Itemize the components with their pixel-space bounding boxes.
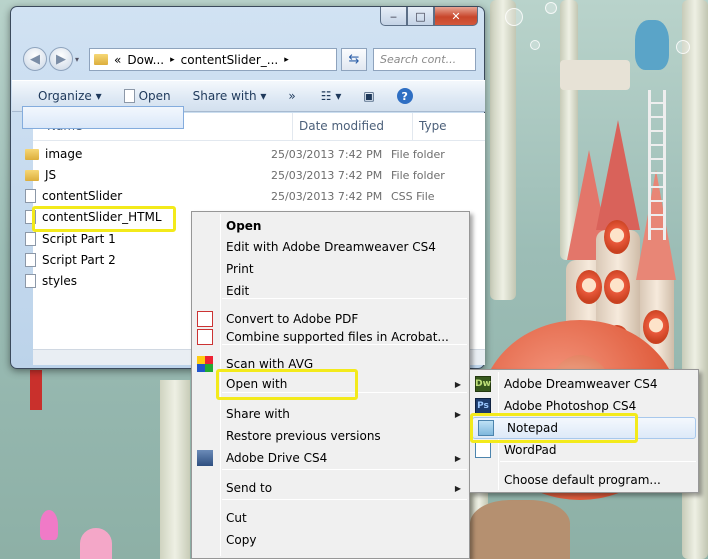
menu-item-label: Combine supported files in Acrobat...: [226, 330, 449, 344]
submenu-arrow-icon: ▶: [454, 379, 461, 389]
dreamweaver-icon: Dw: [475, 376, 491, 392]
file-name: Script Part 1: [42, 232, 116, 246]
menu-item-label: Choose default program...: [504, 473, 661, 487]
menu-item-cut[interactable]: Cut: [192, 507, 469, 529]
submenu-item-choose-default-program[interactable]: Choose default program...: [470, 469, 698, 491]
submenu-arrow-icon: ▶: [454, 483, 461, 493]
submenu-arrow-icon: ▶: [454, 453, 461, 463]
menu-item-combine-supported-files-in-acrobat[interactable]: Combine supported files in Acrobat...: [192, 326, 469, 348]
menu-item-label: Convert to Adobe PDF: [226, 312, 359, 326]
address-bar[interactable]: « Dow... ▸ contentSlider_... ▸: [89, 48, 337, 71]
file-row[interactable]: image 25/03/2013 7:42 PM File folder: [11, 144, 463, 164]
back-button[interactable]: ◀: [23, 47, 47, 71]
file-name: styles: [42, 274, 78, 288]
highlight-box-open-with: [216, 369, 358, 400]
address-part[interactable]: Dow...: [127, 53, 164, 67]
nav-buttons: ◀ ▶ ▾: [23, 47, 79, 71]
recent-pages-chevron-icon[interactable]: ▾: [75, 55, 79, 64]
menu-item-label: Adobe Photoshop CS4: [504, 399, 637, 413]
menu-item-send-to[interactable]: Send to ▶: [192, 477, 469, 499]
file-date: 25/03/2013 7:42 PM: [271, 189, 383, 203]
file-icon: [25, 232, 36, 246]
preview-pane-icon[interactable]: ▣: [352, 81, 385, 111]
menu-item-print[interactable]: Print: [192, 258, 469, 280]
help-icon[interactable]: ?: [386, 81, 424, 111]
menu-item-label: Edit: [226, 284, 250, 298]
file-icon: [25, 274, 36, 288]
menu-item-label: Adobe Drive CS4: [226, 451, 328, 465]
file-name-cell: contentSlider: [11, 189, 271, 203]
menu-item-copy[interactable]: Copy: [192, 529, 469, 551]
menu-item-edit[interactable]: Edit: [192, 280, 469, 302]
more-commands-button[interactable]: »: [277, 81, 306, 111]
menu-item-restore-previous-versions[interactable]: Restore previous versions: [192, 425, 469, 447]
menu-item-label: Cut: [226, 511, 247, 525]
avg-icon: [197, 356, 213, 372]
file-row[interactable]: contentSlider 25/03/2013 7:42 PM CSS File: [11, 186, 463, 206]
open-button-label: Open: [138, 89, 171, 103]
refresh-button[interactable]: ⇆: [341, 48, 367, 71]
selected-row-highlight: [22, 106, 184, 129]
file-name: Script Part 2: [42, 253, 116, 267]
file-type: File folder: [391, 147, 445, 161]
photoshop-icon: Ps: [475, 398, 491, 414]
column-header-type[interactable]: Type: [413, 113, 447, 140]
highlight-box-notepad: [470, 413, 638, 443]
menu-item-label: Share with: [226, 407, 290, 421]
view-options-icon[interactable]: ☷ ▾: [307, 81, 353, 111]
file-date: 25/03/2013 7:42 PM: [271, 147, 383, 161]
search-input[interactable]: Search cont...: [373, 48, 476, 71]
column-header-date[interactable]: Date modified: [293, 113, 413, 140]
file-name-cell: image: [11, 147, 271, 161]
address-part[interactable]: «: [114, 53, 121, 67]
menu-item-share-with[interactable]: Share with ▶: [192, 403, 469, 425]
address-separator[interactable]: ▸: [284, 55, 289, 65]
menu-item-label: Print: [226, 262, 254, 276]
address-separator[interactable]: ▸: [170, 55, 175, 65]
open-file-icon: [123, 89, 135, 103]
file-row[interactable]: JS 25/03/2013 7:42 PM File folder: [11, 165, 463, 185]
menu-item-open[interactable]: Open: [192, 215, 469, 237]
minimize-button[interactable]: ‒: [380, 7, 407, 26]
menu-item-label: Open: [226, 219, 262, 233]
file-name: image: [45, 147, 83, 161]
address-part[interactable]: contentSlider_...: [181, 53, 279, 67]
wordpad-icon: [475, 442, 491, 458]
menu-separator: [222, 499, 467, 500]
menu-item-label: Send to: [226, 481, 273, 495]
menu-item-label: Edit with Adobe Dreamweaver CS4: [226, 240, 436, 254]
menu-item-label: Adobe Dreamweaver CS4: [504, 377, 658, 391]
submenu-arrow-icon: ▶: [454, 409, 461, 419]
title-buttons: ‒ □ ✕: [380, 7, 478, 27]
close-button[interactable]: ✕: [434, 7, 478, 26]
menu-separator: [500, 461, 696, 462]
file-icon: [25, 189, 36, 203]
highlight-box-file: [32, 206, 176, 232]
file-name: contentSlider: [42, 189, 123, 203]
acrobat-icon: [197, 329, 213, 345]
file-date: 25/03/2013 7:42 PM: [271, 168, 383, 182]
menu-item-label: WordPad: [504, 443, 557, 457]
file-type: File folder: [391, 168, 445, 182]
file-name-cell: JS: [11, 168, 271, 182]
folder-icon: [94, 54, 108, 65]
menu-separator: [222, 469, 467, 470]
menu-item-label: Restore previous versions: [226, 429, 381, 443]
pdf-icon: [197, 311, 213, 327]
maximize-button[interactable]: □: [407, 7, 434, 26]
menu-item-edit-with-adobe-dreamweaver-cs4[interactable]: Edit with Adobe Dreamweaver CS4: [192, 236, 469, 258]
forward-button[interactable]: ▶: [49, 47, 73, 71]
menu-item-adobe-drive-cs4[interactable]: Adobe Drive CS4 ▶: [192, 447, 469, 469]
menu-item-label: Copy: [226, 533, 257, 547]
file-name: JS: [45, 168, 57, 182]
share-with-button[interactable]: Share with ▾: [182, 81, 278, 111]
submenu-item-adobe-dreamweaver-cs4[interactable]: Dw Adobe Dreamweaver CS4: [470, 373, 698, 395]
folder-icon: [25, 169, 39, 181]
file-icon: [25, 253, 36, 267]
adobe-drive-icon: [197, 450, 213, 466]
file-type: CSS File: [391, 189, 435, 203]
folder-icon: [25, 148, 39, 160]
